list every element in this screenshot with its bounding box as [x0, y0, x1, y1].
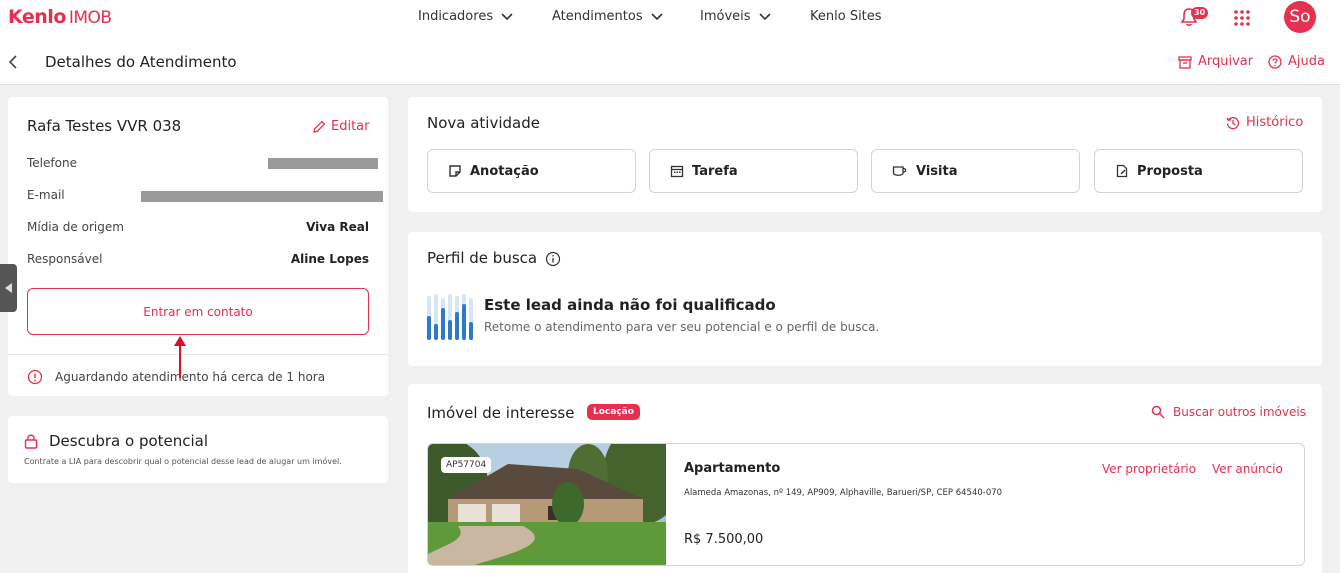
help-button[interactable]: Ajuda [1268, 54, 1325, 69]
bars-chart-icon [427, 294, 473, 340]
lead-not-qualified-subtitle: Retome o atendimento para ver seu potenc… [484, 320, 880, 334]
responsible-label: Responsável [27, 252, 103, 266]
property-type: Apartamento [684, 461, 781, 476]
archive-icon [1178, 55, 1192, 69]
property-interest-card: Imóvel de interesse Locação Buscar outro… [408, 384, 1322, 573]
main-nav: Indicadores Atendimentos Imóveis Kenlo S… [418, 9, 882, 24]
apps-grid-icon[interactable] [1233, 9, 1251, 27]
contact-card: Rafa Testes VVR 038 Editar Telefone E-ma… [8, 97, 388, 396]
nav-label: Atendimentos [552, 9, 643, 24]
kenlo-logo[interactable]: Kenlo IMOB [8, 6, 112, 28]
page-title: Detalhes do Atendimento [45, 53, 237, 71]
new-activity-card: Nova atividade Histórico Anotação Tarefa… [408, 97, 1322, 212]
chevron-down-icon [758, 12, 771, 20]
nav-atendimentos[interactable]: Atendimentos [552, 9, 700, 24]
history-icon [1226, 116, 1240, 129]
side-panel-toggle[interactable] [0, 264, 17, 312]
potential-title-text: Descubra o potencial [49, 432, 209, 450]
phone-value-redacted [268, 158, 378, 169]
email-label: E-mail [27, 188, 65, 202]
divider [8, 354, 388, 355]
help-label: Ajuda [1288, 54, 1325, 69]
history-label: Histórico [1246, 115, 1304, 130]
lead-not-qualified-title: Este lead ainda não foi qualificado [484, 296, 776, 314]
property-item[interactable]: AP57704 Apartamento Alameda Amazonas, nº… [427, 443, 1305, 566]
potential-title: Descubra o potencial [23, 432, 208, 450]
responsible-value: Aline Lopes [290, 252, 369, 266]
email-value-redacted [141, 191, 383, 202]
property-interest-title: Imóvel de interesse [427, 404, 575, 422]
property-address: Alameda Amazonas, nº 149, AP909, Alphavi… [684, 488, 1003, 498]
archive-label: Arquivar [1198, 54, 1254, 69]
nav-label: Imóveis [700, 9, 751, 24]
proposal-button[interactable]: Proposta [1094, 149, 1303, 193]
origin-media-label: Mídia de origem [27, 220, 124, 234]
visit-button[interactable]: Visita [871, 149, 1080, 193]
nav-indicadores[interactable]: Indicadores [418, 9, 552, 24]
user-avatar[interactable]: So [1284, 1, 1316, 33]
help-icon [1268, 54, 1282, 69]
notification-badge: 30 [1191, 7, 1209, 19]
annotation-button[interactable]: Anotação [427, 149, 636, 193]
status-text: Aguardando atendimento há cerca de 1 hor… [55, 370, 326, 384]
caret-left-icon [4, 283, 12, 293]
annotation-label: Anotação [470, 163, 539, 179]
enter-contact-button[interactable]: Entrar em contato [27, 288, 369, 335]
document-icon [1116, 164, 1128, 178]
potential-card: Descubra o potencial Contrate a LIA para… [8, 416, 388, 483]
logo-suffix: IMOB [68, 8, 112, 28]
nav-label: Kenlo Sites [810, 9, 882, 24]
search-profile-title: Perfil de busca [427, 249, 538, 267]
note-icon [449, 165, 461, 177]
nav-imoveis[interactable]: Imóveis [700, 9, 810, 24]
new-activity-title: Nova atividade [427, 114, 540, 132]
info-icon[interactable] [545, 251, 561, 267]
back-arrow-icon[interactable] [8, 55, 18, 69]
annotation-arrow-icon [174, 336, 186, 378]
proposal-label: Proposta [1137, 163, 1203, 179]
view-owner-link[interactable]: Ver proprietário [1102, 462, 1196, 476]
potential-subtitle: Contrate a LIA para descobrir qual o pot… [24, 457, 342, 466]
property-code: AP57704 [441, 457, 492, 473]
property-price: R$ 7.500,00 [684, 532, 764, 547]
alert-circle-icon [27, 369, 43, 385]
archive-button[interactable]: Arquivar [1178, 54, 1253, 69]
rental-tag: Locação [587, 404, 640, 420]
view-listing-link[interactable]: Ver anúncio [1212, 462, 1283, 476]
nav-label: Indicadores [418, 9, 494, 24]
phone-label: Telefone [27, 156, 77, 170]
search-profile-card: Perfil de busca Este lead ainda não foi … [408, 232, 1322, 366]
calendar-icon [670, 165, 684, 178]
nav-kenlo-sites[interactable]: Kenlo Sites [810, 9, 882, 24]
contact-name: Rafa Testes VVR 038 [27, 117, 182, 135]
page-header: Detalhes do Atendimento Arquivar Ajuda [0, 36, 1340, 85]
pencil-icon [313, 120, 326, 133]
top-bar: Kenlo IMOB Indicadores Atendimentos Imóve… [0, 0, 1340, 36]
lock-icon [24, 434, 38, 449]
edit-label: Editar [331, 119, 370, 134]
task-button[interactable]: Tarefa [649, 149, 858, 193]
chevron-down-icon [651, 12, 663, 20]
search-icon [1151, 405, 1165, 419]
task-label: Tarefa [692, 163, 738, 179]
search-other-properties-button[interactable]: Buscar outros imóveis [1151, 405, 1306, 419]
logo-brand: Kenlo [8, 6, 66, 28]
coffee-icon [892, 166, 907, 176]
edit-button[interactable]: Editar [312, 119, 370, 134]
history-button[interactable]: Histórico [1226, 115, 1303, 130]
chevron-down-icon [501, 12, 513, 20]
visit-label: Visita [916, 163, 958, 179]
origin-media-value: Viva Real [306, 220, 369, 234]
search-other-label: Buscar outros imóveis [1173, 405, 1306, 419]
